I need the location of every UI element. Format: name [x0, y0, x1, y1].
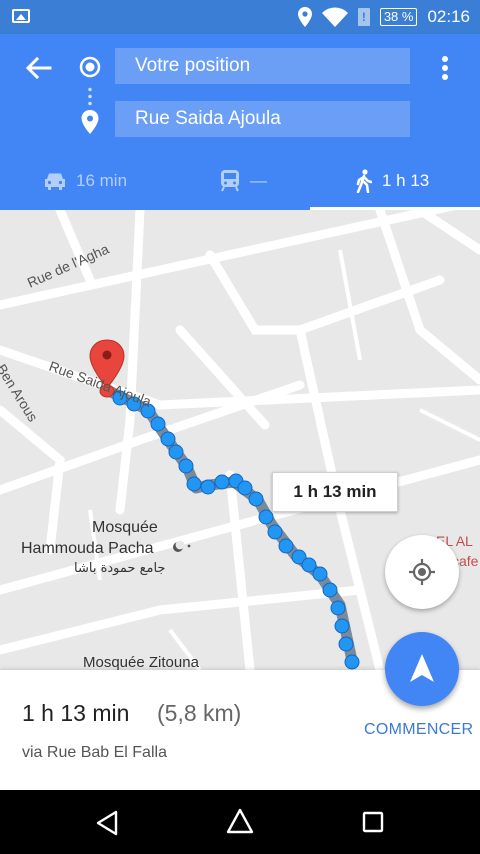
back-triangle-icon[interactable]	[95, 810, 119, 836]
home-circle-icon[interactable]	[226, 808, 254, 836]
my-location-icon	[409, 559, 435, 585]
tab-driving[interactable]: 16 min	[44, 152, 127, 210]
destination-input[interactable]: Rue Saida Ajoula	[115, 101, 410, 137]
route-time: 1 h 13 min	[22, 700, 130, 726]
status-bar: ! 38 % 02:16	[0, 0, 480, 34]
map-label-zitouna: Mosquée Zitouna	[83, 654, 200, 670]
route-duration-bubble: 1 h 13 min	[272, 472, 398, 512]
map-label-mosquee-1: Mosquée	[92, 519, 158, 536]
car-icon	[45, 173, 65, 190]
route-via: via Rue Bab El Falla	[22, 744, 167, 761]
route-distance: (5,8 km)	[157, 700, 242, 726]
battery-icon: 38 %	[379, 8, 418, 26]
origin-dot-icon	[79, 56, 101, 78]
more-vert-icon[interactable]	[434, 52, 456, 84]
directions-header: Votre position Rue Saida Ajoula 16 min —	[0, 34, 480, 210]
tab-driving-label: 16 min	[76, 171, 128, 190]
start-navigation-label[interactable]: COMMENCER	[364, 721, 473, 739]
status-time: 02:16	[427, 7, 470, 26]
tab-walking[interactable]: 1 h 13	[356, 152, 429, 210]
my-location-button[interactable]	[385, 535, 459, 609]
sim-alert-icon: !	[357, 8, 370, 26]
location-icon	[297, 7, 312, 27]
tab-transit[interactable]: —	[220, 152, 267, 210]
recents-square-icon[interactable]	[362, 811, 384, 833]
origin-input[interactable]: Votre position	[115, 48, 410, 84]
travel-mode-tabs: 16 min — 1 h 13	[0, 152, 480, 210]
wifi-icon	[321, 7, 348, 27]
tab-walking-label: 1 h 13	[382, 171, 430, 190]
transit-icon	[221, 170, 239, 192]
tab-transit-label: —	[250, 171, 267, 190]
image-icon	[12, 9, 30, 23]
back-arrow-icon[interactable]	[22, 52, 54, 84]
destination-pin-icon	[81, 110, 99, 134]
system-nav-bar	[0, 790, 480, 854]
route-connector	[88, 86, 92, 106]
walk-icon	[356, 169, 372, 193]
navigation-arrow-icon	[410, 654, 434, 682]
map-view[interactable]: Rue de l'Agha Rue Saida Ajoula Ben Arous…	[0, 210, 480, 670]
start-navigation-button[interactable]	[385, 632, 459, 706]
map-label-mosquee-2: Hammouda Pacha	[21, 540, 154, 557]
map-label-mosquee-arabic: جامع حمودة باشا	[74, 561, 165, 576]
